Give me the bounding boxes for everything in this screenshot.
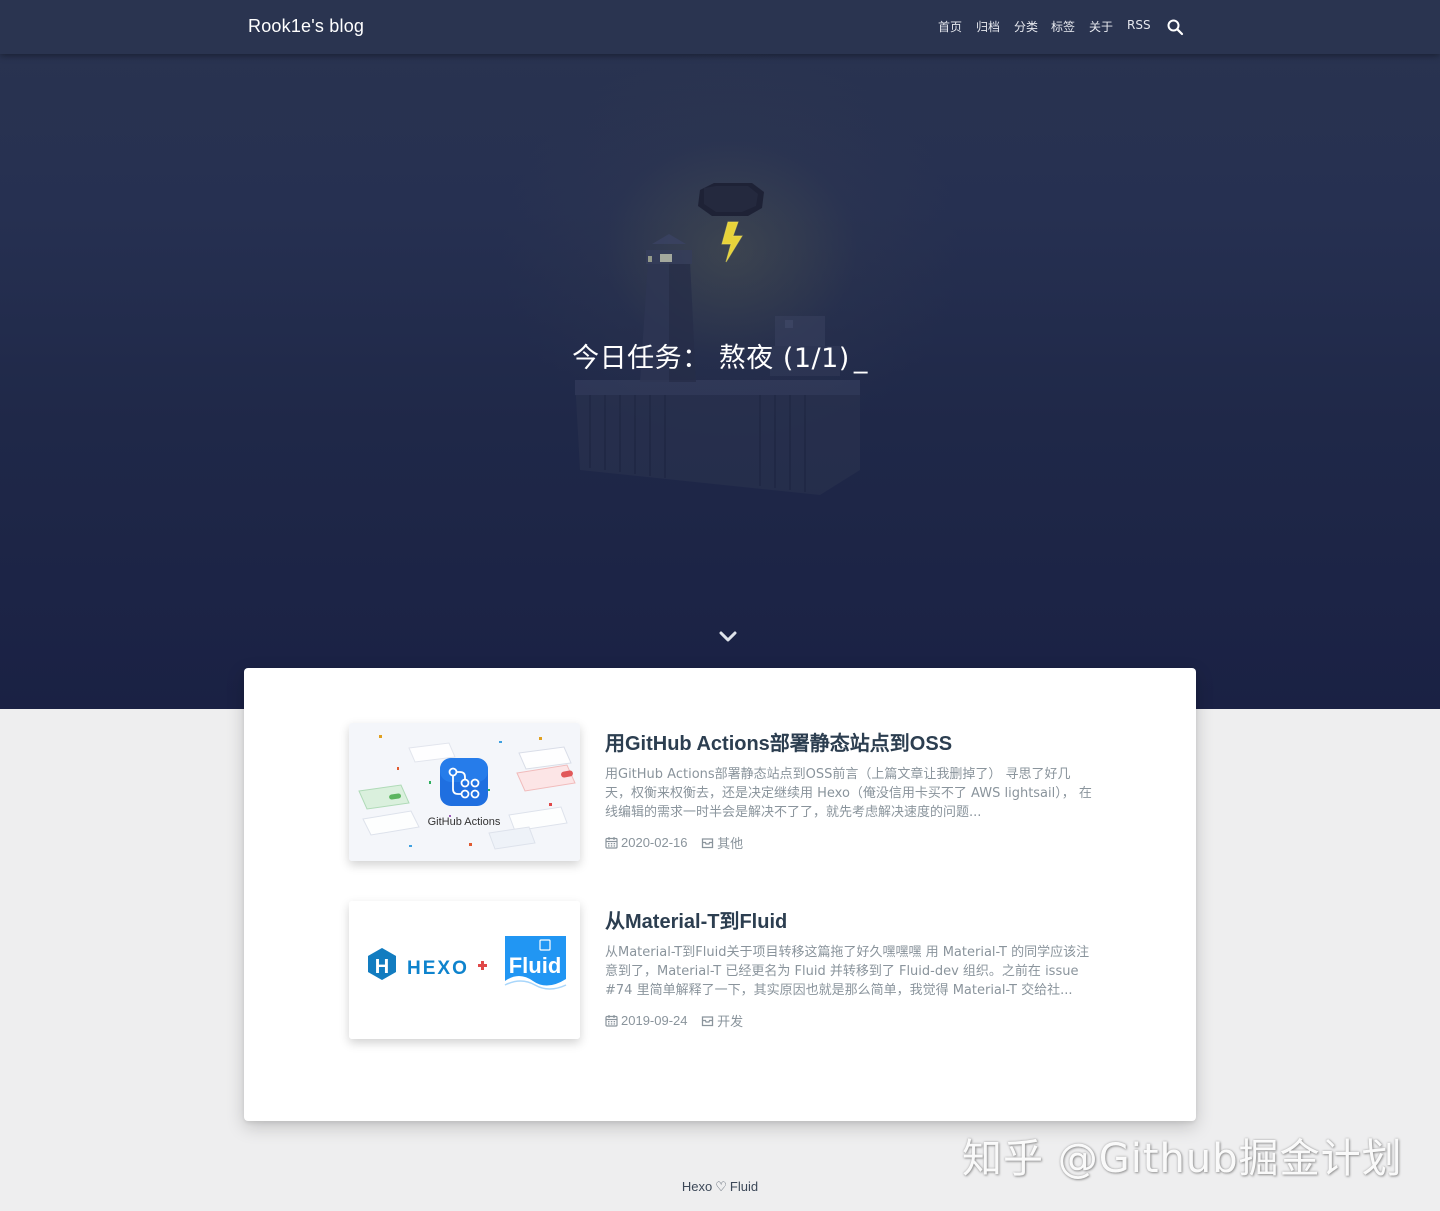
post-category-link[interactable]: 开发 xyxy=(701,1012,744,1029)
zhihu-watermark: 知乎 @Github掘金计划 xyxy=(962,1136,1403,1182)
svg-text:GitHub Actions: GitHub Actions xyxy=(428,816,501,828)
search-icon[interactable] xyxy=(1166,18,1184,36)
post-excerpt: 用GitHub Actions部署静态站点到OSS前言（上篇文章让我删掉了） 寻… xyxy=(605,767,1092,820)
nav-item-home[interactable]: 首页 xyxy=(938,18,962,35)
svg-text:HEXO: HEXO xyxy=(407,958,469,979)
calendar-icon xyxy=(605,837,618,849)
nav-item-archives[interactable]: 归档 xyxy=(976,18,1000,35)
post-excerpt: 从Material-T到Fluid关于项目转移这篇拖了好久嘿嘿嘿 用 Mater… xyxy=(605,945,1090,998)
nav-item-rss[interactable]: RSS xyxy=(1127,18,1151,32)
post-thumbnail[interactable]: H HEXO Fluid xyxy=(349,901,580,1039)
github-actions-banner-image: GitHub Actions xyxy=(349,723,580,861)
post-thumbnail[interactable]: GitHub Actions xyxy=(349,723,580,861)
top-navbar: Rook1e's blog 首页 归档 分类 标签 关于 RSS xyxy=(0,0,1440,54)
svg-text:Fluid: Fluid xyxy=(509,953,562,978)
post-category-link[interactable]: 其他 xyxy=(701,834,744,851)
hero-typing-title: 今日任务： 熬夜 (1/1) _ xyxy=(0,336,1440,375)
nav-item-categories[interactable]: 分类 xyxy=(1014,18,1038,35)
heart-icon: ♡ xyxy=(715,1179,727,1194)
post-date: 2019-09-24 xyxy=(621,1013,688,1028)
hexo-fluid-banner-image: H HEXO Fluid xyxy=(349,901,580,1039)
nav-item-tags[interactable]: 标签 xyxy=(1051,18,1075,35)
nav-item-about[interactable]: 关于 xyxy=(1089,18,1113,35)
post-item: H HEXO Fluid 从Material-T到Fluid 从Material… xyxy=(349,901,1099,1041)
typing-cursor: _ xyxy=(853,343,868,374)
post-category-label: 开发 xyxy=(717,1014,744,1029)
post-title-link[interactable]: 用GitHub Actions部署静态站点到OSS xyxy=(605,727,952,756)
calendar-icon xyxy=(605,1015,618,1027)
svg-text:H: H xyxy=(375,956,389,978)
post-item: GitHub Actions 用GitHub Actions部署静态站点到OSS… xyxy=(349,723,1099,863)
footer-hexo-link[interactable]: Hexo xyxy=(682,1179,712,1194)
hero-banner: 今日任务： 熬夜 (1/1) _ xyxy=(0,0,1440,709)
chevron-down-icon[interactable] xyxy=(718,628,738,646)
footer-fluid-link[interactable]: Fluid xyxy=(730,1179,758,1194)
site-brand[interactable]: Rook1e's blog xyxy=(248,16,364,37)
post-list-card: GitHub Actions 用GitHub Actions部署静态站点到OSS… xyxy=(244,668,1196,1121)
post-meta: 2019-09-24 开发 xyxy=(605,1011,744,1029)
post-meta: 2020-02-16 其他 xyxy=(605,833,744,851)
folder-icon xyxy=(701,838,714,849)
post-category-label: 其他 xyxy=(717,836,744,851)
post-title-link[interactable]: 从Material-T到Fluid xyxy=(605,905,787,934)
hero-title-text: 今日任务： 熬夜 (1/1) xyxy=(572,343,850,374)
folder-icon xyxy=(701,1016,714,1027)
post-date: 2020-02-16 xyxy=(621,835,688,850)
